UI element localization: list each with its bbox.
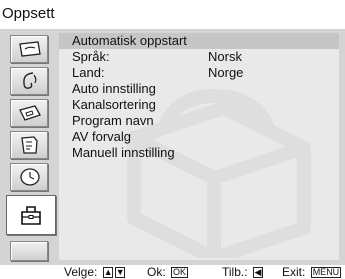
menu-item-label: AV forvalg bbox=[72, 129, 132, 144]
menu-item-auto-start[interactable]: Automatisk oppstart bbox=[59, 33, 339, 49]
menu-item-auto-tuning[interactable]: Auto innstilling bbox=[59, 81, 339, 97]
ok-label: Ok: bbox=[147, 265, 166, 279]
sidebar-item-timer[interactable] bbox=[10, 163, 48, 191]
select-label: Velge: bbox=[64, 265, 98, 279]
page-title: Oppsett bbox=[2, 5, 55, 22]
sidebar-item-screen[interactable] bbox=[10, 99, 48, 127]
menu-item-av-preset[interactable]: AV forvalg bbox=[59, 129, 339, 145]
sidebar-item-setup[interactable] bbox=[6, 195, 56, 235]
back-label: Tilb.: bbox=[222, 265, 248, 279]
menu-item-manual-tuning[interactable]: Manuell innstilling bbox=[59, 145, 339, 161]
picture-icon bbox=[19, 41, 41, 57]
menu-item-label: Språk: bbox=[72, 49, 110, 64]
sidebar-item-sound[interactable] bbox=[10, 67, 48, 95]
menu-item-country[interactable]: Land: Norge bbox=[59, 65, 339, 81]
sidebar bbox=[3, 29, 59, 264]
setup-menu: Automatisk oppstart Språk: Norsk Land: N… bbox=[59, 33, 339, 161]
menu-item-label: Program navn bbox=[72, 113, 154, 128]
timer-icon bbox=[20, 168, 40, 186]
screen-icon bbox=[19, 105, 41, 121]
menu-item-program-name[interactable]: Program navn bbox=[59, 113, 339, 129]
menu-item-label: Kanalsortering bbox=[72, 97, 156, 112]
back-hint: Tilb.: ◀ bbox=[222, 265, 263, 279]
menu-item-language[interactable]: Språk: Norsk bbox=[59, 49, 339, 65]
help-bar: Velge: ▲ ▼ Ok: OK Tilb.: ◀ Exit: MENU bbox=[0, 265, 345, 279]
toolbox-icon bbox=[21, 206, 41, 225]
sidebar-item-features[interactable] bbox=[10, 131, 48, 159]
menu-item-label: Auto innstilling bbox=[72, 81, 156, 96]
menu-item-label: Automatisk oppstart bbox=[72, 33, 187, 48]
menu-item-channel-sorting[interactable]: Kanalsortering bbox=[59, 97, 339, 113]
menu-panel: Automatisk oppstart Språk: Norsk Land: N… bbox=[59, 33, 339, 260]
title-bar: Oppsett bbox=[0, 0, 345, 29]
arrow-up-icon: ▲ bbox=[102, 267, 113, 278]
menu-item-label: Manuell innstilling bbox=[72, 145, 175, 160]
arrow-down-icon: ▼ bbox=[114, 267, 125, 278]
sidebar-item-empty bbox=[10, 241, 48, 261]
menu-item-value: Norsk bbox=[208, 49, 242, 64]
select-hint: Velge: ▲ ▼ bbox=[64, 265, 125, 279]
ok-hint: Ok: OK bbox=[147, 265, 189, 279]
sound-icon bbox=[23, 72, 37, 89]
features-icon bbox=[21, 136, 38, 154]
menu-item-label: Land: bbox=[72, 65, 105, 80]
ok-key: OK bbox=[171, 267, 189, 278]
menu-key: MENU bbox=[310, 267, 342, 278]
menu-item-value: Norge bbox=[208, 65, 244, 80]
exit-label: Exit: bbox=[282, 265, 306, 279]
exit-hint: Exit: MENU bbox=[282, 265, 342, 279]
arrow-left-icon: ◀ bbox=[252, 267, 263, 278]
sidebar-item-picture[interactable] bbox=[10, 35, 48, 63]
